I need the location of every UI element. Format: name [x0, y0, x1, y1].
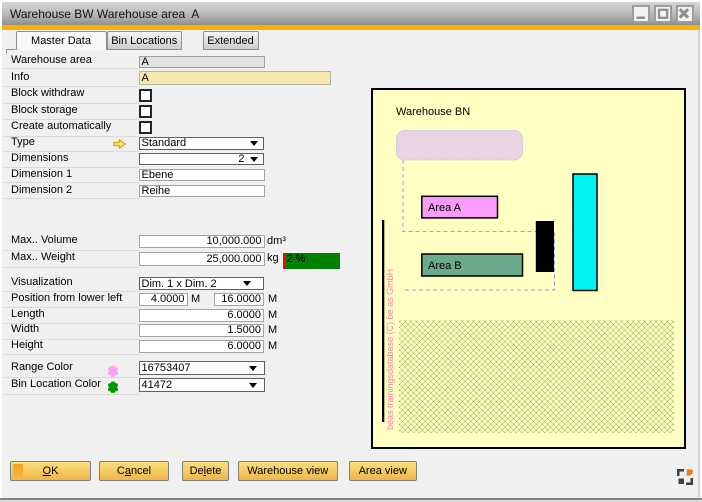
svg-text:Area B: Area B	[428, 260, 462, 272]
svg-text:Warehouse BN: Warehouse BN	[396, 106, 470, 118]
svg-text:Area A: Area A	[428, 202, 462, 214]
svg-text:beas trainingsdatabase (C) be.: beas trainingsdatabase (C) be.as GmbH	[385, 269, 395, 430]
